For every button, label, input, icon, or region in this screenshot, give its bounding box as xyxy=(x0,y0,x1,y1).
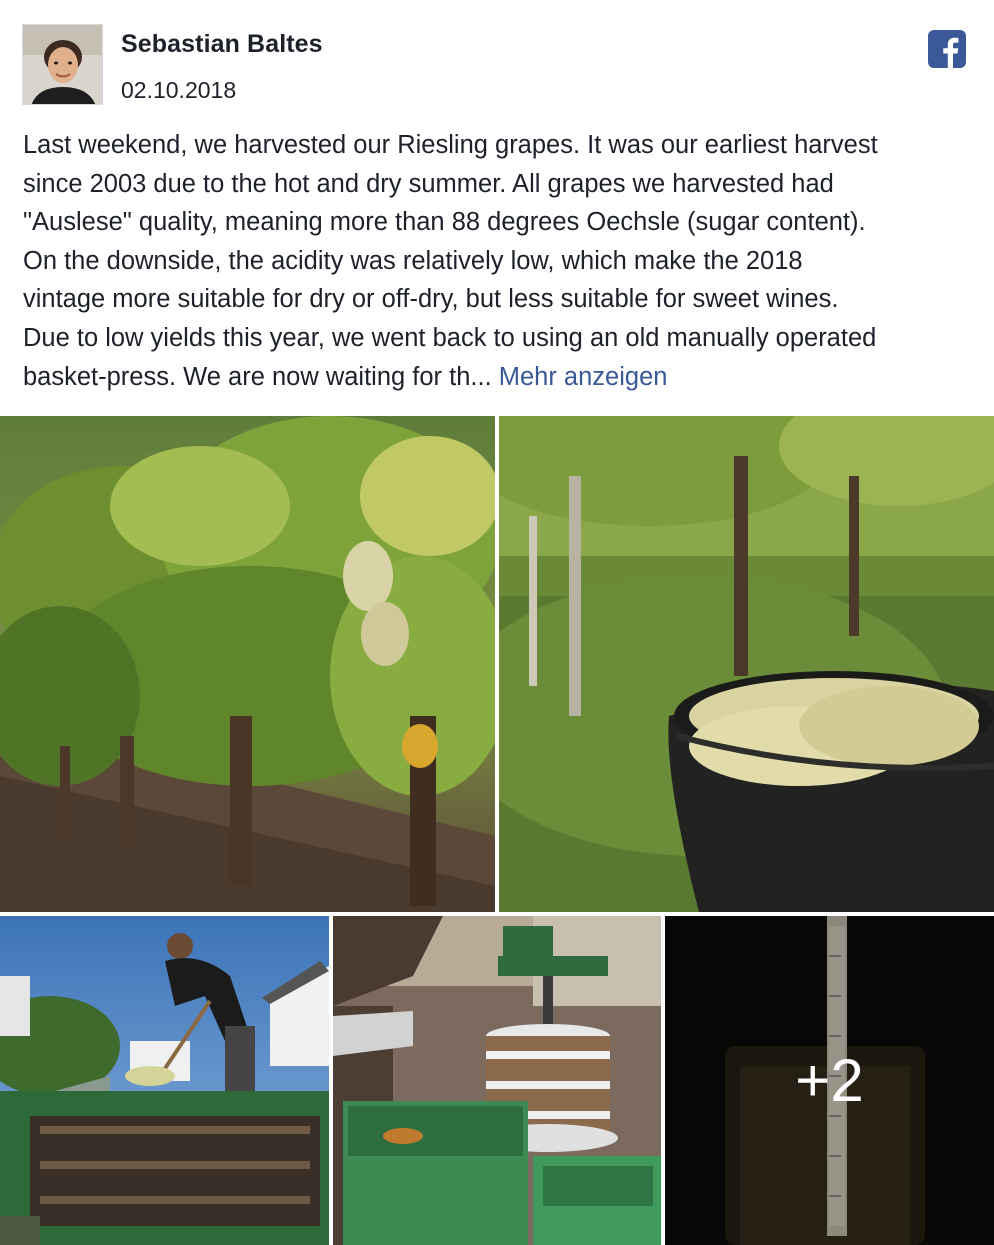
post-text-line: "Auslese" quality, meaning more than 88 … xyxy=(23,208,866,237)
facebook-link[interactable] xyxy=(928,30,966,68)
avatar-photo xyxy=(23,25,102,104)
author-name[interactable]: Sebastian Baltes xyxy=(121,30,323,59)
post-date[interactable]: 02.10.2018 xyxy=(121,77,236,104)
post-text: Last weekend, we harvested our Riesling … xyxy=(23,126,973,396)
more-photos-count: +2 xyxy=(795,1047,864,1114)
refractometer-photo[interactable]: +2 xyxy=(665,916,994,1245)
post-text-line: since 2003 due to the hot and dry summer… xyxy=(23,169,834,198)
post-text-line-last: basket-press. We are now waiting for th.… xyxy=(23,358,973,397)
facebook-icon xyxy=(928,30,966,68)
post-text-line: On the downside, the acidity was relativ… xyxy=(23,246,803,275)
avatar[interactable] xyxy=(22,24,103,105)
grape-bucket-photo[interactable] xyxy=(499,416,994,912)
post-text-line: vintage more suitable for dry or off-dry… xyxy=(23,285,839,314)
post-header: Sebastian Baltes 02.10.2018 xyxy=(0,0,994,120)
show-more-link[interactable]: Mehr anzeigen xyxy=(499,363,668,391)
post-text-line: Due to low yields this year, we went bac… xyxy=(23,323,877,352)
more-photos-overlay[interactable]: +2 xyxy=(665,916,994,1245)
post-text-truncated: basket-press. We are now waiting for th.… xyxy=(23,362,492,391)
basket-press-photo[interactable] xyxy=(333,916,661,1245)
vineyard-grape-cluster-photo[interactable] xyxy=(0,416,495,912)
post-text-line: Last weekend, we harvested our Riesling … xyxy=(23,131,878,159)
harvester-unloading-photo[interactable] xyxy=(0,916,329,1245)
